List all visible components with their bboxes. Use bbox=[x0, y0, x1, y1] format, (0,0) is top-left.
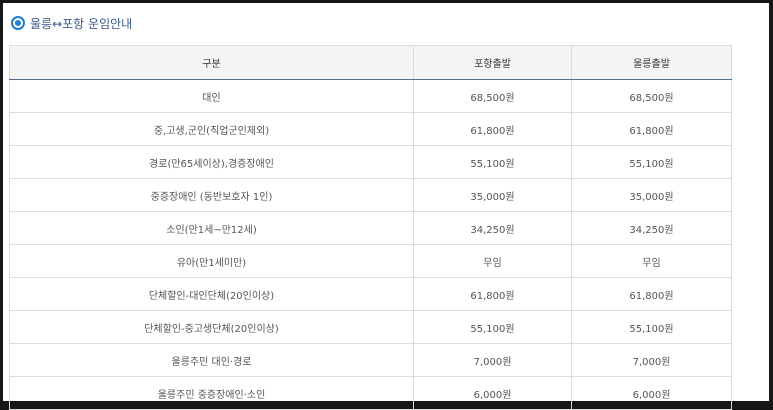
row-fare-pohang: 55,100원 bbox=[413, 310, 572, 344]
fare-table: 구분 포항출발 울릉출발 대인 68,500원 68,500원 중,고생,군인(… bbox=[9, 45, 732, 410]
row-fare-ulleung: 34,250원 bbox=[571, 211, 732, 245]
row-fare-pohang: 61,800원 bbox=[413, 277, 572, 311]
row-category: 단체할인-중고생단체(20인이상) bbox=[9, 310, 414, 344]
fare-panel: 울릉↔포항 운임안내 구분 포항출발 울릉출발 대인 68,500원 68,50… bbox=[3, 3, 769, 410]
row-fare-pohang: 61,800원 bbox=[413, 112, 572, 146]
header-from-ulleung: 울릉출발 bbox=[571, 45, 732, 80]
table-row: 울릉주민 대인·경로 7,000원 7,000원 bbox=[9, 343, 732, 377]
row-fare-ulleung: 61,800원 bbox=[571, 277, 732, 311]
row-fare-pohang: 35,000원 bbox=[413, 178, 572, 212]
row-fare-ulleung: 6,000원 bbox=[571, 376, 732, 410]
row-category: 대인 bbox=[9, 79, 414, 113]
row-category: 울릉주민 대인·경로 bbox=[9, 343, 414, 377]
row-category: 경로(만65세이상),경증장애인 bbox=[9, 145, 414, 179]
table-row: 중증장애인 (동반보호자 1인) 35,000원 35,000원 bbox=[9, 178, 732, 212]
row-fare-ulleung: 7,000원 bbox=[571, 343, 732, 377]
section-title-text: 울릉↔포항 운임안내 bbox=[30, 16, 133, 31]
table-header-row: 구분 포항출발 울릉출발 bbox=[9, 45, 732, 80]
row-fare-ulleung: 61,800원 bbox=[571, 112, 732, 146]
table-row: 단체할인-대인단체(20인이상) 61,800원 61,800원 bbox=[9, 277, 732, 311]
row-fare-pohang: 무임 bbox=[413, 244, 572, 278]
row-fare-ulleung: 35,000원 bbox=[571, 178, 732, 212]
row-fare-pohang: 34,250원 bbox=[413, 211, 572, 245]
row-fare-pohang: 55,100원 bbox=[413, 145, 572, 179]
circle-bullet-icon bbox=[11, 16, 25, 30]
table-row: 중,고생,군인(직업군인제외) 61,800원 61,800원 bbox=[9, 112, 732, 146]
table-row: 경로(만65세이상),경증장애인 55,100원 55,100원 bbox=[9, 145, 732, 179]
row-fare-ulleung: 무임 bbox=[571, 244, 732, 278]
row-category: 중증장애인 (동반보호자 1인) bbox=[9, 178, 414, 212]
table-row: 대인 68,500원 68,500원 bbox=[9, 79, 732, 113]
row-fare-pohang: 7,000원 bbox=[413, 343, 572, 377]
row-category: 중,고생,군인(직업군인제외) bbox=[9, 112, 414, 146]
header-category: 구분 bbox=[9, 45, 414, 80]
header-from-pohang: 포항출발 bbox=[413, 45, 572, 80]
row-fare-ulleung: 55,100원 bbox=[571, 145, 732, 179]
table-row: 소인(만1세~만12세) 34,250원 34,250원 bbox=[9, 211, 732, 245]
table-row: 단체할인-중고생단체(20인이상) 55,100원 55,100원 bbox=[9, 310, 732, 344]
section-title: 울릉↔포항 운임안내 bbox=[11, 13, 132, 33]
table-row: 유아(만1세미만) 무임 무임 bbox=[9, 244, 732, 278]
row-fare-pohang: 68,500원 bbox=[413, 79, 572, 113]
row-fare-ulleung: 55,100원 bbox=[571, 310, 732, 344]
table-row: 울릉주민 중증장애인·소인 6,000원 6,000원 bbox=[9, 376, 732, 410]
row-category: 유아(만1세미만) bbox=[9, 244, 414, 278]
row-fare-pohang: 6,000원 bbox=[413, 376, 572, 410]
row-category: 단체할인-대인단체(20인이상) bbox=[9, 277, 414, 311]
row-category: 소인(만1세~만12세) bbox=[9, 211, 414, 245]
row-fare-ulleung: 68,500원 bbox=[571, 79, 732, 113]
row-category: 울릉주민 중증장애인·소인 bbox=[9, 376, 414, 410]
